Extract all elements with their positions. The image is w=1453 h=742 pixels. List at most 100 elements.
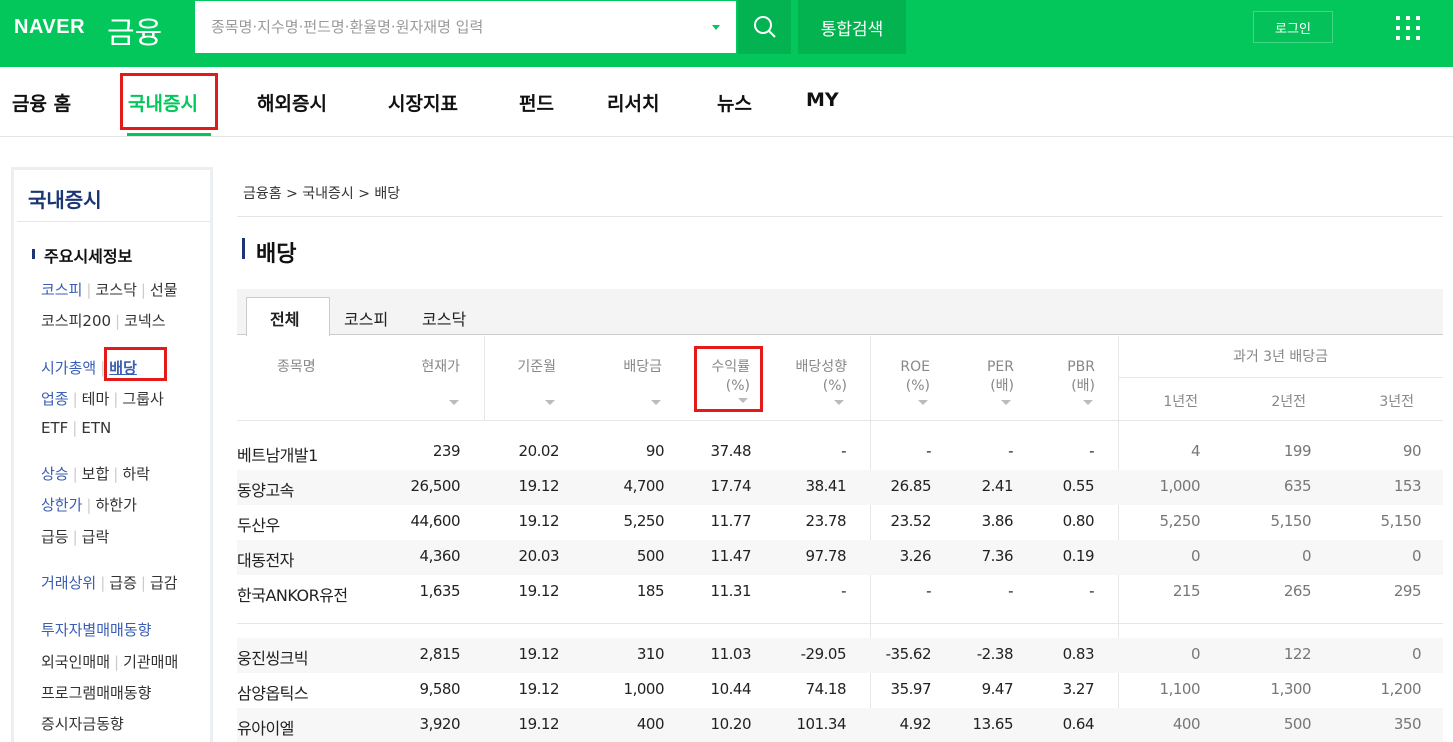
sidebar-item-fall[interactable]: 하락 [122, 465, 150, 483]
col-header-per[interactable]: PER [964, 358, 1014, 377]
sidebar-item-volume-increase[interactable]: 급증 [109, 574, 137, 592]
sidebar-item-market-funds[interactable]: 증시자금동향 [41, 715, 124, 733]
divider [484, 336, 485, 420]
nav-news[interactable]: 뉴스 [717, 89, 752, 116]
cell-yield: 11.47 [710, 547, 752, 565]
apps-grid-icon[interactable] [1396, 16, 1420, 40]
sort-down-icon[interactable] [1083, 400, 1093, 405]
col-header-pbr[interactable]: PBR [1045, 358, 1095, 377]
sidebar-item-program-trading[interactable]: 프로그램매매동향 [41, 684, 151, 702]
cell-pbr: 3.27 [1062, 680, 1095, 698]
login-button[interactable]: 로그인 [1253, 11, 1333, 43]
sidebar-item-futures[interactable]: 선물 [150, 281, 178, 299]
sidebar-item-rise[interactable]: 상승 [41, 465, 69, 483]
sidebar-item-konex[interactable]: 코넥스 [124, 312, 165, 330]
nav-funds[interactable]: 펀드 [519, 89, 554, 116]
sidebar-item-etf[interactable]: ETF [41, 419, 68, 437]
sidebar-item-investor-trading[interactable]: 투자자별매매동향 [41, 621, 151, 639]
cell-y3: 5,150 [1380, 512, 1422, 530]
cell-y2: 199 [1283, 442, 1312, 460]
sidebar-item-foreign-trading[interactable]: 외국인매매 [41, 653, 110, 671]
sort-down-icon[interactable] [545, 400, 555, 405]
sort-down-icon[interactable] [1001, 400, 1011, 405]
cell-y3: 295 [1393, 582, 1422, 600]
cell-y3: 1,200 [1380, 680, 1422, 698]
nav-finance-home[interactable]: 금융 홈 [12, 89, 71, 116]
sidebar-section-title: 주요시세정보 [44, 247, 133, 266]
cell-name[interactable]: 삼양옵틱스 [237, 680, 309, 704]
finance-logo[interactable]: 금융 [107, 8, 162, 52]
cell-pbr: - [1089, 442, 1094, 460]
divider [237, 420, 1443, 421]
cell-yield: 10.20 [710, 715, 752, 733]
sidebar-item-volume-decrease[interactable]: 급감 [150, 574, 178, 592]
sidebar-item-kosdaq[interactable]: 코스닥 [95, 281, 136, 299]
cell-y1: 1,000 [1159, 477, 1201, 495]
col-header-price[interactable]: 현재가 [400, 358, 460, 377]
cell-y1: 1,100 [1159, 680, 1201, 698]
tab-kosdaq[interactable]: 코스닥 [422, 306, 466, 330]
nav-market-indicators[interactable]: 시장지표 [388, 89, 458, 116]
divider [17, 221, 210, 222]
search-button[interactable] [738, 0, 791, 54]
cell-per: - [1008, 442, 1013, 460]
search-input[interactable] [195, 1, 695, 53]
sort-down-icon[interactable] [651, 400, 661, 405]
section-marker [32, 249, 35, 259]
cell-roe: -35.62 [885, 645, 932, 663]
cell-month: 19.12 [518, 477, 560, 495]
tab-kospi[interactable]: 코스피 [344, 306, 388, 330]
sidebar-item-market-cap[interactable]: 시가총액 [41, 359, 96, 377]
cell-name[interactable]: 한국ANKOR유전 [237, 582, 348, 606]
total-search-button[interactable]: 통합검색 [798, 0, 906, 54]
sort-down-icon[interactable] [918, 400, 928, 405]
sidebar-item-flat[interactable]: 보합 [82, 465, 110, 483]
sidebar-item-kospi200[interactable]: 코스피200 [41, 312, 111, 330]
col-header-base-month[interactable]: 기준월 [496, 358, 556, 377]
cell-payout: 101.34 [796, 715, 847, 733]
cell-y3: 153 [1393, 477, 1422, 495]
cell-price: 4,360 [419, 547, 461, 565]
sidebar: 국내증시 주요시세정보 코스피 | 코스닥 | 선물 코스피200 | 코넥스 시가총액 | 배… [11, 167, 213, 742]
cell-name[interactable]: 대동전자 [237, 547, 294, 571]
sort-down-icon[interactable] [449, 400, 459, 405]
cell-name[interactable]: 베트남개발1 [237, 442, 318, 466]
sidebar-item-upper-limit[interactable]: 상한가 [41, 496, 82, 514]
cell-name[interactable]: 유아이엘 [237, 715, 294, 739]
cell-roe: 35.97 [890, 680, 932, 698]
cell-y3: 0 [1411, 547, 1422, 565]
cell-per: 2.41 [981, 477, 1014, 495]
nav-research[interactable]: 리서치 [607, 89, 659, 116]
nav-overseas-stocks[interactable]: 해외증시 [257, 89, 327, 116]
col-header-dividend[interactable]: 배당금 [602, 358, 662, 377]
sidebar-item-plunge[interactable]: 급락 [82, 528, 110, 546]
cell-name[interactable]: 웅진씽크빅 [237, 645, 309, 669]
cell-name[interactable]: 동양고속 [237, 477, 294, 501]
cell-name[interactable]: 두산우 [237, 512, 280, 536]
col-header-roe[interactable]: ROE [880, 358, 930, 377]
sidebar-item-group[interactable]: 그룹사 [122, 390, 163, 408]
naver-logo[interactable]: NAVER [14, 16, 85, 39]
tab-all[interactable]: 전체 [270, 306, 299, 330]
sidebar-item-top-volume[interactable]: 거래상위 [41, 574, 96, 592]
col-header-name[interactable]: 종목명 [277, 358, 316, 377]
cell-pbr: 0.80 [1062, 512, 1095, 530]
divider [237, 623, 1443, 624]
cell-roe: - [926, 582, 931, 600]
sidebar-item-lower-limit[interactable]: 하한가 [95, 496, 136, 514]
sidebar-item-kospi[interactable]: 코스피 [41, 281, 82, 299]
sort-down-icon[interactable] [834, 400, 844, 405]
cell-y2: 122 [1283, 645, 1312, 663]
sidebar-row: 급등 | 급락 [41, 528, 110, 546]
chevron-down-icon[interactable] [712, 25, 720, 30]
sidebar-item-theme[interactable]: 테마 [82, 390, 110, 408]
sidebar-item-surge[interactable]: 급등 [41, 528, 69, 546]
sidebar-item-institution-trading[interactable]: 기관매매 [123, 653, 178, 671]
nav-my[interactable]: MY [806, 89, 839, 111]
sidebar-item-sector[interactable]: 업종 [41, 390, 69, 408]
cell-per: - [1008, 582, 1013, 600]
sidebar-item-etn[interactable]: ETN [81, 419, 111, 437]
col-header-payout[interactable]: 배당성향 [775, 358, 847, 377]
sidebar-row: 외국인매매 | 기관매매 [41, 653, 179, 671]
search-box [194, 0, 737, 54]
